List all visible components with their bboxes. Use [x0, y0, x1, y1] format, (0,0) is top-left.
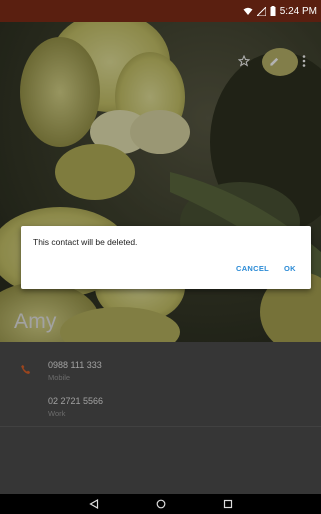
cancel-button[interactable]: CANCEL: [236, 264, 269, 273]
status-time: 5:24 PM: [279, 5, 317, 17]
contact-details-screen: 5:24 PM Amy 0988 111 333 Mobile 02 2721 …: [0, 0, 321, 514]
navigation-bar: [0, 494, 321, 514]
ok-button[interactable]: OK: [284, 264, 296, 273]
battery-icon: [270, 6, 276, 16]
signal-icon: [256, 6, 266, 16]
recents-icon[interactable]: [220, 497, 236, 511]
home-icon[interactable]: [153, 497, 169, 511]
dialog-message: This contact will be deleted.: [33, 237, 138, 247]
delete-confirm-dialog: This contact will be deleted. CANCEL OK: [21, 226, 311, 289]
wifi-icon: [243, 7, 253, 16]
back-icon[interactable]: [86, 497, 102, 511]
status-bar: 5:24 PM: [0, 0, 321, 22]
